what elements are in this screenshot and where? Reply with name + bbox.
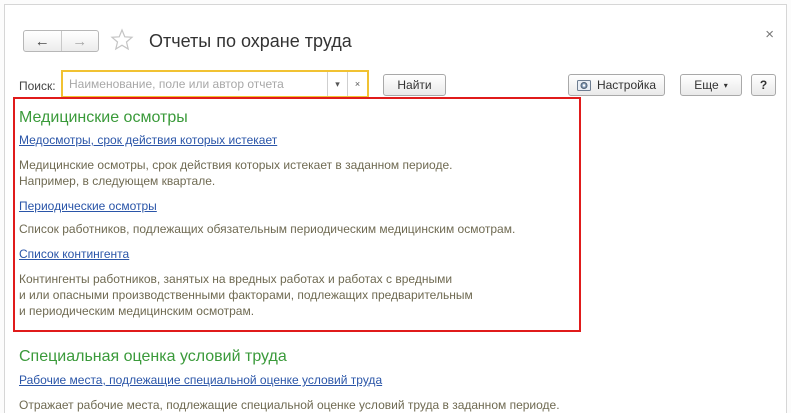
help-button[interactable]: ? [751, 74, 776, 96]
find-button[interactable]: Найти [383, 74, 446, 96]
help-button-label: ? [759, 78, 768, 92]
group-title-medical: Медицинские осмотры [19, 109, 188, 126]
report-description: Отражает рабочие места, подлежащие специ… [19, 398, 560, 412]
report-link-contingent-list[interactable]: Список контингента [19, 247, 129, 261]
favorite-star-icon[interactable] [110, 28, 134, 52]
report-description: Список работников, подлежащих обязательн… [19, 222, 516, 236]
more-button-label: Еще [694, 78, 719, 92]
report-link-expiring-exams[interactable]: Медосмотры, срок действия которых истека… [19, 133, 277, 147]
reports-list: Медицинские осмотры Медосмотры, срок дей… [5, 97, 786, 413]
report-link-periodic-exams[interactable]: Периодические осмотры [19, 199, 157, 213]
report-window: ← → Отчеты по охране труда × Поиск: ▾ × … [4, 4, 787, 413]
search-toolbar: Поиск: ▾ × Найти Настройка Еще ▾ ? [5, 69, 786, 99]
window-title: Отчеты по охране труда [149, 31, 352, 51]
settings-button[interactable]: Настройка [568, 74, 665, 96]
close-icon[interactable]: × [765, 26, 774, 43]
navigation-buttons: ← → [23, 30, 99, 52]
search-clear-button[interactable]: × [347, 72, 367, 96]
report-description: Медицинские осмотры, срок действия котор… [19, 158, 453, 188]
search-field: ▾ × [61, 70, 369, 98]
forward-button[interactable]: → [60, 31, 99, 51]
window-header: ← → Отчеты по охране труда × [5, 5, 786, 67]
find-button-label: Найти [397, 78, 432, 92]
report-description: Контингенты работников, занятых на вредн… [19, 272, 473, 318]
search-dropdown-button[interactable]: ▾ [327, 72, 347, 96]
settings-icon [576, 80, 591, 91]
more-button[interactable]: Еще ▾ [680, 74, 742, 96]
back-button[interactable]: ← [24, 31, 61, 51]
settings-button-label: Настройка [596, 78, 657, 92]
chevron-down-icon: ▾ [723, 80, 728, 90]
search-input[interactable] [63, 72, 327, 96]
report-link-workplaces-assessment[interactable]: Рабочие места, подлежащие специальной оц… [19, 373, 382, 387]
group-title-special-assessment: Специальная оценка условий труда [19, 348, 287, 365]
search-label: Поиск: [19, 79, 56, 93]
